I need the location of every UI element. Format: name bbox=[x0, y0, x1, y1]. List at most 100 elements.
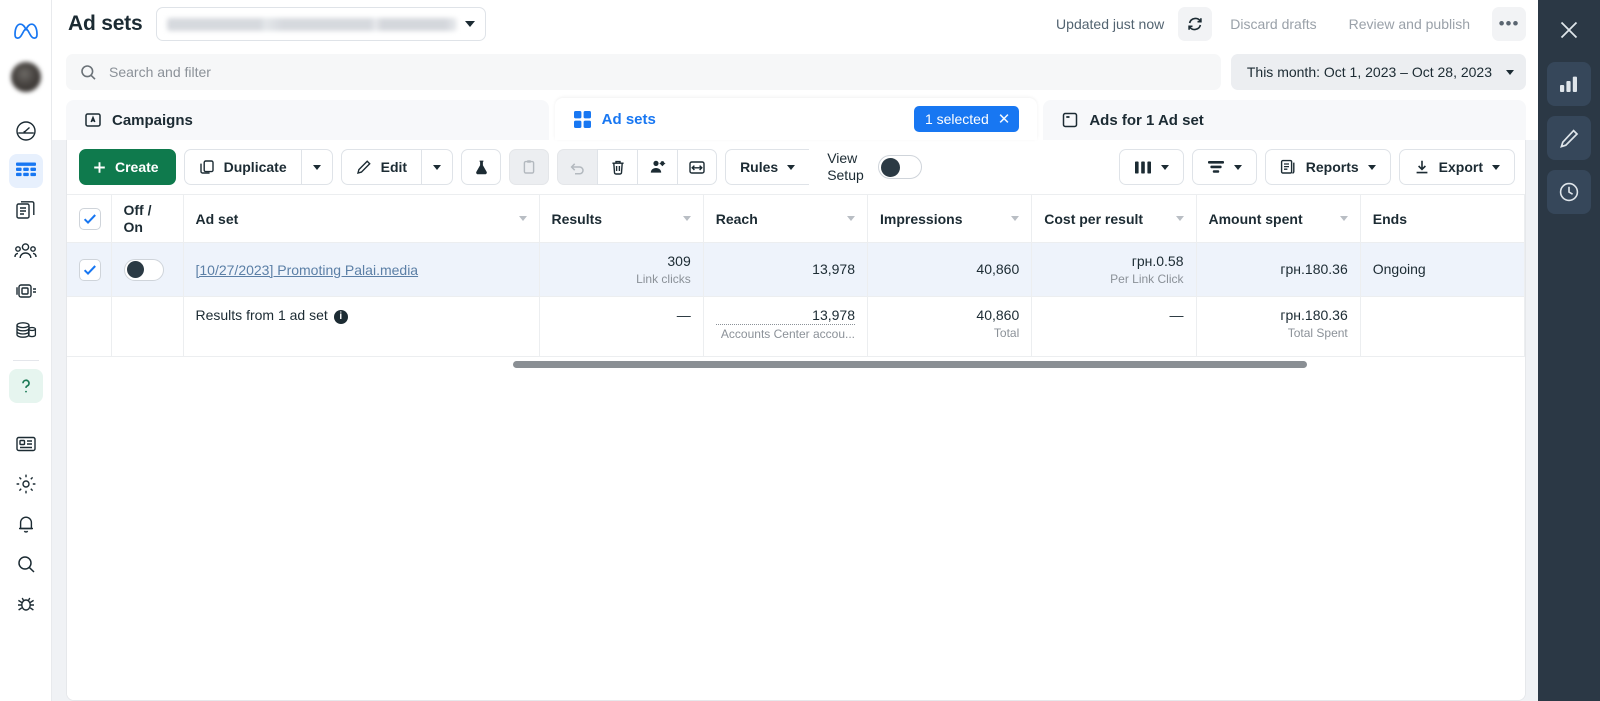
summary-reach-value: 13,978 bbox=[716, 307, 855, 325]
billing-coins-icon[interactable] bbox=[9, 314, 43, 348]
export-arrows-icon[interactable] bbox=[677, 149, 717, 185]
tab-adsets[interactable]: Ad sets 1 selected ✕ bbox=[555, 98, 1038, 140]
sort-caret-icon[interactable] bbox=[519, 216, 527, 221]
summary-amount-spent-subtext: Total Spent bbox=[1209, 326, 1348, 341]
row-impressions-value: 40,860 bbox=[880, 261, 1019, 278]
toolbar: Create Duplicate bbox=[67, 140, 1525, 194]
edit-dropdown-button[interactable] bbox=[421, 149, 453, 185]
clock-icon[interactable] bbox=[1547, 170, 1591, 214]
view-setup-line1: View bbox=[827, 150, 864, 167]
account-selector[interactable] bbox=[156, 7, 486, 41]
sort-caret-icon[interactable] bbox=[1340, 216, 1348, 221]
avatar[interactable] bbox=[11, 62, 41, 92]
pages-icon[interactable] bbox=[9, 194, 43, 228]
row-results-subtext: Link clicks bbox=[552, 272, 691, 287]
adsets-table: Off / On Ad set Re bbox=[67, 194, 1525, 371]
top-bar: Ad sets Updated just now Discard drafts … bbox=[52, 0, 1538, 48]
duplicate-button[interactable]: Duplicate bbox=[184, 149, 301, 185]
reports-button[interactable]: Reports bbox=[1265, 149, 1391, 185]
select-all-checkbox[interactable] bbox=[79, 208, 101, 230]
create-button[interactable]: Create bbox=[79, 149, 176, 185]
meta-logo-icon[interactable] bbox=[0, 8, 52, 52]
date-range-picker[interactable]: This month: Oct 1, 2023 – Oct 28, 2023 bbox=[1231, 54, 1526, 90]
review-publish-button[interactable]: Review and publish bbox=[1335, 7, 1484, 41]
tab-adsets-label: Ad sets bbox=[602, 111, 656, 128]
help-icon[interactable] bbox=[9, 369, 43, 403]
sort-caret-icon[interactable] bbox=[683, 216, 691, 221]
bar-chart-icon[interactable] bbox=[1547, 62, 1591, 106]
tab-campaigns[interactable]: Campaigns bbox=[66, 100, 549, 140]
adsets-grid-icon bbox=[573, 110, 592, 129]
flask-icon[interactable] bbox=[461, 149, 501, 185]
column-header-adset[interactable]: Ad set bbox=[183, 195, 539, 243]
chevron-down-icon bbox=[1234, 165, 1242, 170]
export-button-label: Export bbox=[1439, 159, 1483, 175]
close-icon[interactable] bbox=[1547, 8, 1591, 52]
horizontal-scrollbar[interactable] bbox=[67, 357, 1525, 371]
toolbar-right: Reports Export bbox=[1119, 149, 1515, 185]
create-button-label: Create bbox=[115, 159, 159, 175]
tab-bar: Campaigns Ad sets 1 selected ✕ bbox=[52, 98, 1538, 140]
table-summary-row: Results from 1 ad seti — 13,978 Accounts… bbox=[67, 297, 1525, 357]
close-icon[interactable]: ✕ bbox=[998, 112, 1011, 127]
search-row: Search and filter This month: Oct 1, 202… bbox=[52, 48, 1538, 98]
column-header-onoff: Off / On bbox=[111, 195, 183, 243]
main-area: Ad sets Updated just now Discard drafts … bbox=[52, 0, 1538, 701]
trash-icon[interactable] bbox=[597, 149, 637, 185]
audiences-icon[interactable] bbox=[9, 234, 43, 268]
audience-icon[interactable] bbox=[637, 149, 677, 185]
sidebar-divider bbox=[13, 360, 39, 361]
summary-reach-subtext: Accounts Center accou... bbox=[716, 327, 855, 342]
row-checkbox[interactable] bbox=[79, 259, 101, 281]
gear-icon[interactable] bbox=[9, 467, 43, 501]
view-setup-toggle[interactable] bbox=[878, 155, 922, 179]
column-header-amount-spent[interactable]: Amount spent bbox=[1196, 195, 1360, 243]
columns-button[interactable] bbox=[1119, 149, 1184, 185]
edit-button-group: Edit bbox=[341, 149, 453, 185]
selection-pill[interactable]: 1 selected ✕ bbox=[914, 106, 1019, 132]
more-options-button[interactable]: ••• bbox=[1492, 7, 1526, 41]
select-all-header bbox=[67, 195, 111, 243]
selection-count-label: 1 selected bbox=[925, 111, 989, 127]
sort-caret-icon[interactable] bbox=[1011, 216, 1019, 221]
edit-button-label: Edit bbox=[381, 159, 407, 175]
row-select-cell bbox=[67, 243, 111, 297]
row-reach-value: 13,978 bbox=[716, 261, 855, 278]
chevron-down-icon bbox=[1506, 70, 1514, 75]
table-row[interactable]: [10/27/2023] Promoting Palai.media 309 L… bbox=[67, 243, 1525, 297]
refresh-icon[interactable] bbox=[1178, 7, 1212, 41]
column-header-cost-per-result[interactable]: Cost per result bbox=[1032, 195, 1196, 243]
search-icon[interactable] bbox=[9, 547, 43, 581]
bell-icon[interactable] bbox=[9, 507, 43, 541]
sort-caret-icon[interactable] bbox=[847, 216, 855, 221]
speedometer-icon[interactable] bbox=[9, 114, 43, 148]
duplicate-dropdown-button[interactable] bbox=[301, 149, 333, 185]
breakdown-button[interactable] bbox=[1192, 149, 1257, 185]
scrollbar-thumb[interactable] bbox=[513, 361, 1307, 368]
tab-ads[interactable]: Ads for 1 Ad set bbox=[1043, 100, 1526, 140]
export-button[interactable]: Export bbox=[1399, 149, 1515, 185]
ads-icon bbox=[1061, 111, 1079, 129]
sort-caret-icon[interactable] bbox=[1176, 216, 1184, 221]
onoff-header-line1: Off / bbox=[124, 202, 171, 219]
column-header-ends: Ends bbox=[1360, 195, 1524, 243]
bug-icon[interactable] bbox=[9, 587, 43, 621]
row-results-value: 309 bbox=[552, 253, 691, 270]
table-icon[interactable] bbox=[9, 154, 43, 188]
column-header-reach[interactable]: Reach bbox=[703, 195, 867, 243]
right-sidebar bbox=[1538, 0, 1600, 701]
edit-button[interactable]: Edit bbox=[341, 149, 421, 185]
rules-button[interactable]: Rules bbox=[725, 149, 809, 185]
discard-drafts-button[interactable]: Discard drafts bbox=[1216, 7, 1330, 41]
search-input[interactable]: Search and filter bbox=[66, 54, 1221, 90]
media-icon[interactable] bbox=[9, 274, 43, 308]
row-onoff-toggle[interactable] bbox=[124, 259, 164, 281]
column-header-results[interactable]: Results bbox=[539, 195, 703, 243]
info-icon[interactable]: i bbox=[334, 310, 348, 324]
news-icon[interactable] bbox=[9, 427, 43, 461]
undo-icon bbox=[557, 149, 597, 185]
pencil-icon[interactable] bbox=[1547, 116, 1591, 160]
adset-name-link[interactable]: [10/27/2023] Promoting Palai.media bbox=[196, 262, 419, 278]
column-header-impressions[interactable]: Impressions bbox=[868, 195, 1032, 243]
column-header-cost-per-result-label: Cost per result bbox=[1044, 211, 1143, 227]
